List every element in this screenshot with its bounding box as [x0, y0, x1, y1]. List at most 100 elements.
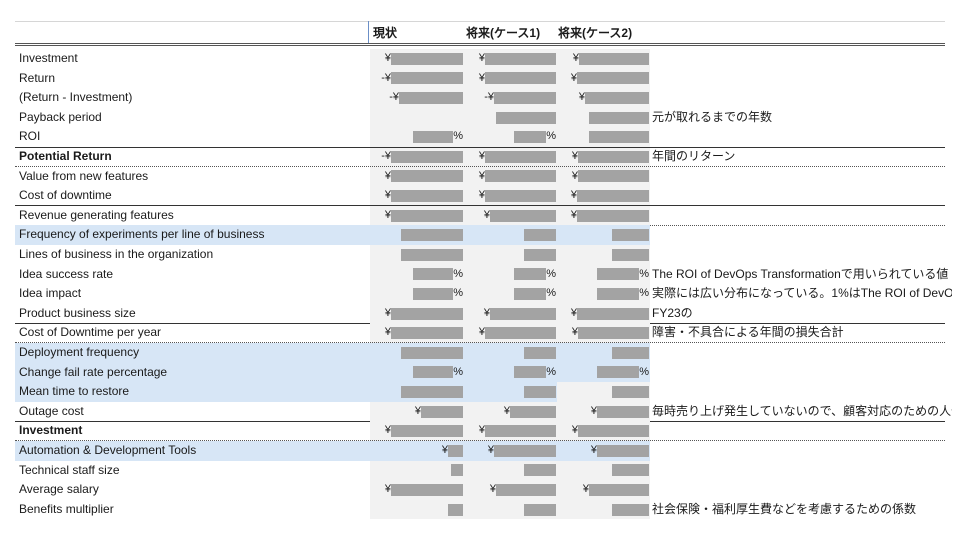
- value-future-case1[interactable]: ¥: [464, 49, 556, 69]
- value-current[interactable]: ¥: [370, 480, 463, 500]
- value-future-case2[interactable]: [557, 500, 649, 520]
- value-future-case1[interactable]: [464, 500, 556, 520]
- value-current[interactable]: ¥: [370, 304, 463, 324]
- row-label[interactable]: Lines of business in the organization: [19, 245, 213, 265]
- value-future-case2[interactable]: ¥: [557, 304, 649, 324]
- value-future-case2[interactable]: %: [557, 363, 649, 383]
- value-current[interactable]: [370, 382, 463, 402]
- value-future-case2[interactable]: ¥: [557, 88, 649, 108]
- value-current[interactable]: ¥: [370, 49, 463, 69]
- row-label[interactable]: Average salary: [19, 480, 99, 500]
- row-label[interactable]: Value from new features: [19, 167, 148, 187]
- value-future-case2[interactable]: ¥: [557, 402, 649, 422]
- value-current[interactable]: ¥: [370, 421, 463, 441]
- value-current[interactable]: ¥: [370, 167, 463, 187]
- row-note[interactable]: 障害・不具合による年間の損失合計: [652, 323, 952, 343]
- row-label[interactable]: Mean time to restore: [19, 382, 129, 402]
- value-current[interactable]: ¥: [370, 402, 463, 422]
- row-label[interactable]: Change fail rate percentage: [19, 363, 167, 383]
- value-future-case2[interactable]: ¥: [557, 323, 649, 343]
- row-label[interactable]: Automation & Development Tools: [19, 441, 196, 461]
- value-current[interactable]: [370, 461, 463, 481]
- value-current[interactable]: [370, 245, 463, 265]
- value-future-case2[interactable]: ¥: [557, 441, 649, 461]
- value-future-case1[interactable]: ¥: [464, 147, 556, 167]
- row-note[interactable]: 社会保険・福利厚生費などを考慮するための係数: [652, 500, 952, 520]
- value-future-case2[interactable]: [557, 127, 649, 147]
- value-future-case2[interactable]: [557, 108, 649, 128]
- value-current[interactable]: [370, 343, 463, 363]
- value-future-case1[interactable]: ¥: [464, 480, 556, 500]
- value-future-case1[interactable]: [464, 343, 556, 363]
- value-future-case1[interactable]: ¥: [464, 441, 556, 461]
- row-label[interactable]: Deployment frequency: [19, 343, 139, 363]
- value-future-case2[interactable]: ¥: [557, 186, 649, 206]
- value-future-case2[interactable]: [557, 382, 649, 402]
- value-current[interactable]: %: [370, 127, 463, 147]
- header-future-case2[interactable]: 将来(ケース2): [558, 21, 632, 45]
- value-current[interactable]: ¥: [370, 323, 463, 343]
- header-future-case1[interactable]: 将来(ケース1): [466, 21, 540, 45]
- row-label[interactable]: Technical staff size: [19, 461, 120, 481]
- value-future-case1[interactable]: %: [464, 265, 556, 285]
- value-future-case2[interactable]: [557, 225, 649, 245]
- row-label[interactable]: Revenue generating features: [19, 206, 174, 226]
- value-future-case2[interactable]: ¥: [557, 69, 649, 89]
- value-current[interactable]: -¥: [370, 88, 463, 108]
- value-future-case1[interactable]: ¥: [464, 402, 556, 422]
- value-future-case1[interactable]: ¥: [464, 167, 556, 187]
- row-label[interactable]: Cost of Downtime per year: [19, 323, 161, 343]
- value-future-case1[interactable]: -¥: [464, 88, 556, 108]
- row-label[interactable]: Cost of downtime: [19, 186, 112, 206]
- row-label[interactable]: Idea impact: [19, 284, 81, 304]
- value-current[interactable]: %: [370, 284, 463, 304]
- row-note[interactable]: The ROI of DevOps Transformationで用いられている…: [652, 265, 952, 285]
- row-note[interactable]: 毎時売り上げ発生していないので、顧客対応のための人件費: [652, 402, 952, 422]
- value-current[interactable]: ¥: [370, 186, 463, 206]
- row-note[interactable]: FY23の: [652, 304, 952, 324]
- value-future-case1[interactable]: ¥: [464, 323, 556, 343]
- row-note[interactable]: 実際には広い分布になっている。1%はThe ROI of DevOps: [652, 284, 952, 304]
- value-future-case1[interactable]: [464, 382, 556, 402]
- value-future-case1[interactable]: %: [464, 127, 556, 147]
- row-label[interactable]: Return: [19, 69, 55, 89]
- value-current[interactable]: [370, 500, 463, 520]
- value-future-case2[interactable]: %: [557, 265, 649, 285]
- value-future-case1[interactable]: ¥: [464, 421, 556, 441]
- row-label[interactable]: Investment: [19, 49, 78, 69]
- row-label[interactable]: Product business size: [19, 304, 136, 324]
- value-future-case2[interactable]: ¥: [557, 147, 649, 167]
- value-future-case1[interactable]: ¥: [464, 206, 556, 226]
- row-label[interactable]: Idea success rate: [19, 265, 113, 285]
- value-future-case2[interactable]: %: [557, 284, 649, 304]
- value-future-case1[interactable]: [464, 108, 556, 128]
- header-current[interactable]: 現状: [373, 21, 397, 45]
- row-label[interactable]: Outage cost: [19, 402, 84, 422]
- value-future-case2[interactable]: ¥: [557, 206, 649, 226]
- value-future-case1[interactable]: [464, 225, 556, 245]
- value-future-case2[interactable]: ¥: [557, 49, 649, 69]
- value-current[interactable]: %: [370, 265, 463, 285]
- value-future-case2[interactable]: ¥: [557, 421, 649, 441]
- value-future-case2[interactable]: [557, 245, 649, 265]
- row-label[interactable]: Benefits multiplier: [19, 500, 114, 520]
- value-current[interactable]: -¥: [370, 147, 463, 167]
- value-future-case2[interactable]: ¥: [557, 167, 649, 187]
- value-current[interactable]: ¥: [370, 441, 463, 461]
- value-current[interactable]: %: [370, 363, 463, 383]
- row-label[interactable]: Potential Return: [19, 147, 112, 167]
- row-note[interactable]: 年間のリターン: [652, 147, 952, 167]
- value-future-case2[interactable]: [557, 461, 649, 481]
- value-future-case1[interactable]: ¥: [464, 186, 556, 206]
- row-label[interactable]: Frequency of experiments per line of bus…: [19, 225, 264, 245]
- value-current[interactable]: -¥: [370, 69, 463, 89]
- row-label[interactable]: Investment: [19, 421, 82, 441]
- value-current[interactable]: [370, 225, 463, 245]
- row-label[interactable]: Payback period: [19, 108, 102, 128]
- value-future-case2[interactable]: [557, 343, 649, 363]
- value-future-case1[interactable]: [464, 245, 556, 265]
- value-future-case1[interactable]: [464, 461, 556, 481]
- value-current[interactable]: ¥: [370, 206, 463, 226]
- value-future-case1[interactable]: ¥: [464, 69, 556, 89]
- value-future-case2[interactable]: ¥: [557, 480, 649, 500]
